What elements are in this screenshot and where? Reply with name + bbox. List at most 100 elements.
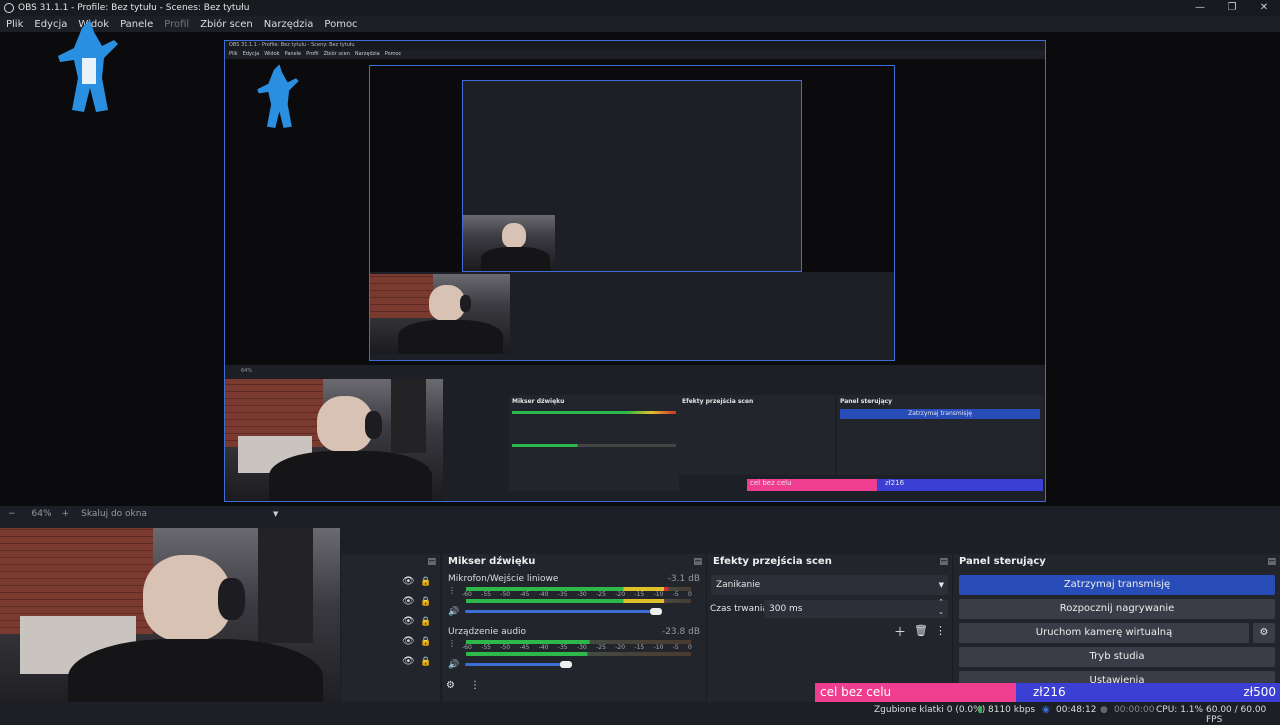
scale-tick: -20 (615, 644, 626, 651)
goal-target: zł500 (1243, 685, 1276, 699)
zoom-out-icon[interactable]: − (8, 509, 16, 519)
nested-mixer: Mikser dźwięku (509, 395, 679, 491)
mixer-title: Mikser dźwięku (448, 556, 536, 567)
stream-time: 00:48:12 (1056, 705, 1097, 715)
speaker-icon[interactable]: 🔊 (448, 660, 459, 670)
nested-zoom: 64% (225, 365, 1045, 379)
lock-icon[interactable]: 🔒 (420, 617, 431, 627)
scale-tick: 0 (688, 644, 692, 651)
menu-plik[interactable]: Plik (0, 19, 28, 30)
stream-icon: ◉ (1042, 705, 1050, 715)
more-icon[interactable]: ⋮ (448, 639, 456, 648)
volume-knob[interactable] (650, 608, 663, 615)
chevron-down-icon[interactable]: ▼ (939, 575, 944, 595)
lock-icon[interactable]: 🔒 (420, 637, 431, 647)
zoom-in-icon[interactable]: + (62, 509, 70, 519)
scale-tick: -15 (634, 644, 645, 651)
zoom-value: 64% (31, 509, 52, 519)
scale-tick: -10 (653, 644, 664, 651)
speaker-icon[interactable]: 🔊 (448, 607, 459, 617)
zoom-bar: − 64% + Skaluj do okna ▼ (0, 506, 1280, 522)
studio-mode-button[interactable]: Tryb studia (959, 647, 1275, 667)
eye-icon[interactable]: 👁 (402, 596, 415, 607)
scale-tick: -25 (596, 644, 606, 651)
channel-name: Mikrofon/Wejście liniowe (448, 574, 559, 584)
menu-pomoc[interactable]: Pomoc (318, 19, 362, 30)
trash-icon[interactable]: 🗑 (914, 624, 928, 637)
mixer-channel-desktop: Urządzenie audio -23.8 dB -60 -55 -50 -45 -4… (448, 627, 700, 670)
scale-tick: -60 (462, 591, 472, 598)
start-recording-button[interactable]: Rozpocznij nagrywanie (959, 599, 1275, 619)
duration-label: Czas trwania (710, 604, 768, 614)
goal-label: cel bez celu (815, 683, 1016, 702)
eye-icon[interactable]: 👁 (402, 616, 415, 627)
preview-canvas[interactable]: OBS 31.1.1 - Profile: Bez tytułu - Sceny… (0, 20, 1280, 506)
close-icon[interactable]: ✕ (1248, 0, 1280, 16)
level-meter (466, 652, 691, 656)
scale-tick: -55 (481, 591, 491, 598)
controls-title: Panel sterujący (959, 556, 1046, 567)
goal-current: zł216 (1033, 685, 1066, 699)
level-meter (466, 599, 691, 603)
more-icon[interactable]: ⋮ (935, 624, 946, 637)
scale-tick: -35 (557, 644, 568, 651)
fps: 60.00 / 60.00 FPS (1206, 705, 1267, 725)
volume-slider[interactable] (465, 608, 663, 615)
eye-icon[interactable]: 👁 (402, 656, 415, 667)
nested-obs-window-2 (369, 65, 895, 361)
virtual-camera-button[interactable]: Uruchom kamerę wirtualną (959, 623, 1249, 643)
eye-icon[interactable]: 👁 (402, 636, 415, 647)
scale-tick: -20 (615, 591, 626, 598)
status-bar: Zgubione klatki 0 (0.0%) ▮ 8110 kbps ◉ 0… (0, 702, 1280, 725)
scale-tick: -45 (519, 644, 530, 651)
dock-menu-icon[interactable]: ▤ (939, 554, 948, 570)
meter-scale: -60 -55 -50 -45 -40 -35 -30 -25 -20 -15 -10 -5 0 (462, 591, 692, 598)
stop-stream-button[interactable]: Zatrzymaj transmisję (959, 575, 1275, 595)
zoom-mode-label[interactable]: Skaluj do okna (81, 509, 147, 519)
add-icon[interactable]: ＋ (894, 623, 906, 640)
scale-tick: -50 (500, 644, 511, 651)
menu-zbior-scen[interactable]: Zbiór scen (194, 19, 258, 30)
chevron-down-icon[interactable]: ▼ (273, 510, 278, 518)
cpu-usage: CPU: 1.1% (1156, 705, 1204, 715)
scale-tick: -15 (634, 591, 645, 598)
scale-tick: -5 (672, 591, 679, 598)
volume-knob[interactable] (560, 661, 573, 668)
gear-icon[interactable]: ⚙ (1253, 623, 1275, 643)
channel-db: -3.1 dB (667, 574, 700, 584)
dock-menu-icon[interactable]: ▤ (693, 554, 702, 570)
dock-menu-icon[interactable]: ▤ (1267, 554, 1276, 570)
scale-tick: -30 (576, 644, 587, 651)
more-icon[interactable]: ⋮ (470, 680, 480, 691)
lock-icon[interactable]: 🔒 (420, 577, 431, 587)
lock-icon[interactable]: 🔒 (420, 597, 431, 607)
scale-tick: -5 (672, 644, 679, 651)
transition-select[interactable]: Zanikanie ▼ (711, 575, 948, 595)
scale-tick: -55 (481, 644, 491, 651)
nested-shark-image (257, 64, 299, 128)
mixer-channel-mic: Mikrofon/Wejście liniowe -3.1 dB -60 -55 -… (448, 574, 700, 617)
more-icon[interactable]: ⋮ (448, 586, 456, 595)
minimize-icon[interactable]: — (1184, 0, 1216, 16)
menu-narzedzia[interactable]: Narzędzia (258, 19, 319, 30)
spin-icon[interactable]: ⌃ ⌄ (938, 597, 944, 617)
eye-icon[interactable]: 👁 (402, 576, 415, 587)
scale-tick: -10 (653, 591, 664, 598)
nested-webcam (225, 379, 443, 501)
dock-menu-icon[interactable]: ▤ (427, 554, 436, 570)
scale-tick: -50 (500, 591, 511, 598)
menu-profil[interactable]: Profil (158, 19, 194, 30)
lock-icon[interactable]: 🔒 (420, 657, 431, 667)
advanced-audio-icon[interactable]: ⚙ (446, 680, 455, 691)
donation-goal-bar: cel bez celu zł216 zł500 (815, 683, 1280, 702)
nested-title: OBS 31.1.1 - Profile: Bez tytułu - Sceny… (229, 42, 355, 48)
volume-slider[interactable] (465, 661, 573, 668)
nested-menu: Plik Edycja Widok Panele Profil Zbiór scen Nar… (229, 51, 402, 57)
nested-goal: cel bez celu zł216 (747, 479, 1043, 491)
maximize-icon[interactable]: ❐ (1216, 0, 1248, 16)
duration-input[interactable]: 300 ms ⌃ ⌄ (764, 597, 948, 618)
obs-logo-icon (4, 3, 14, 13)
record-time: 00:00:00 (1114, 705, 1155, 715)
scale-tick: -35 (557, 591, 568, 598)
channel-db: -23.8 dB (661, 627, 700, 637)
